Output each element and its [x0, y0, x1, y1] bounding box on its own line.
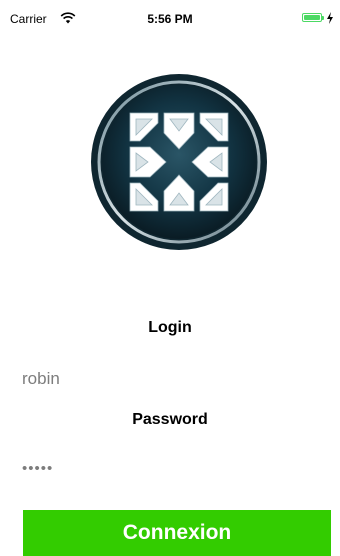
battery-tip: [322, 16, 324, 20]
password-input[interactable]: [22, 456, 322, 480]
username-input[interactable]: [22, 366, 322, 392]
charging-icon: [327, 12, 333, 24]
password-label: Password: [132, 411, 208, 428]
connexion-button[interactable]: Connexion: [23, 510, 331, 556]
status-time: 5:56 PM: [147, 12, 193, 26]
logo-inner-disc: [102, 85, 256, 239]
battery-fill: [304, 15, 320, 20]
login-label: Login: [148, 319, 192, 336]
app-logo: [91, 74, 267, 250]
battery-icon: [302, 13, 322, 22]
status-bar: Carrier 5:56 PM: [0, 0, 340, 26]
